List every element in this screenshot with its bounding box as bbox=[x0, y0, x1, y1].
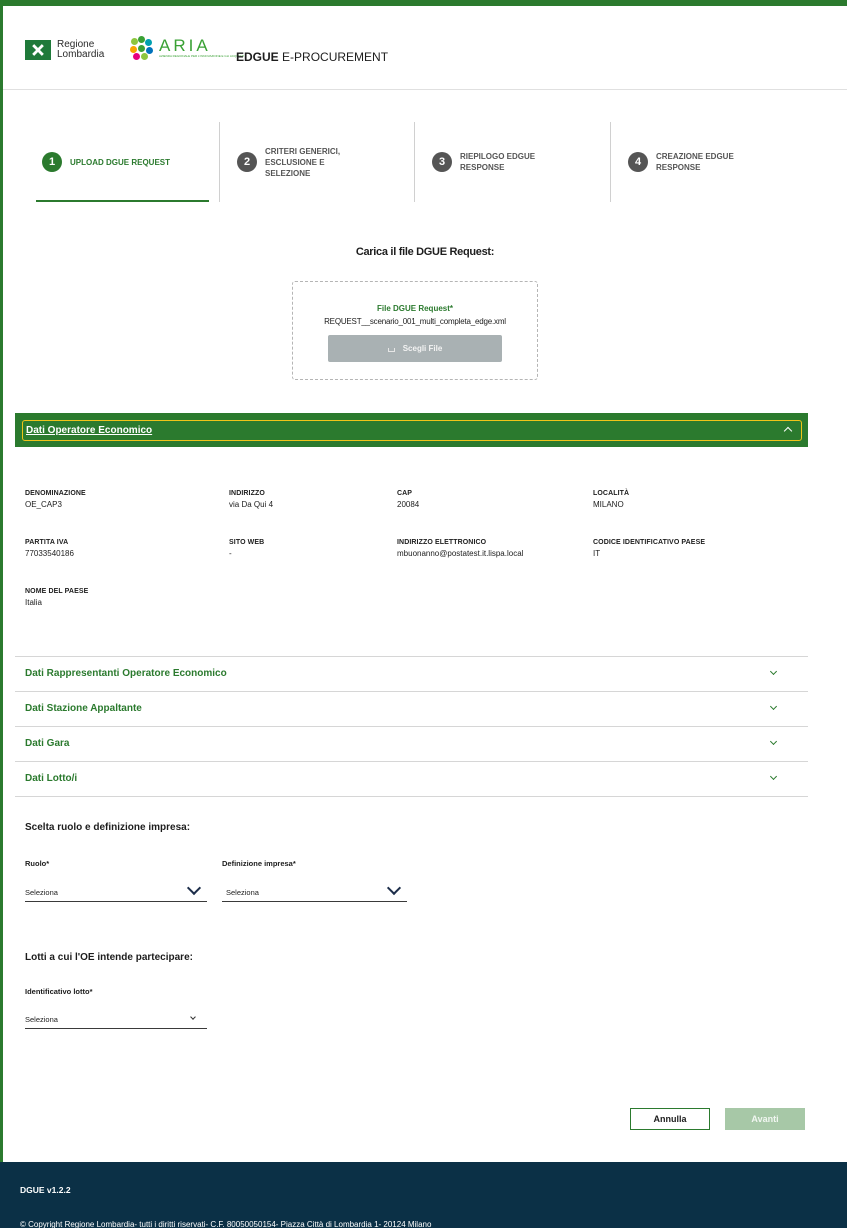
accordion-title: Dati Lotto/i bbox=[25, 773, 78, 784]
field-nome-paese: NOME DEL PAESE Italia bbox=[25, 588, 205, 607]
field-key: LOCALITÀ bbox=[593, 490, 630, 497]
field-key: CAP bbox=[397, 490, 413, 497]
step-number: 2 bbox=[237, 152, 257, 172]
field-value: - bbox=[229, 549, 232, 558]
field-cap: CAP 20084 bbox=[397, 490, 577, 509]
chevron-down-icon bbox=[386, 880, 402, 896]
field-localita: LOCALITÀ MILANO bbox=[593, 490, 773, 509]
active-step-indicator bbox=[36, 200, 209, 202]
accordion-title: Dati Gara bbox=[25, 738, 70, 749]
file-label: File DGUE Request* bbox=[376, 304, 453, 313]
step-divider bbox=[219, 122, 220, 202]
header: Regione Lombardia ARIA AZIENDA REGIONALE… bbox=[3, 6, 847, 90]
chevron-down-icon bbox=[186, 880, 202, 896]
field-sito-web: SITO WEB - bbox=[229, 539, 409, 558]
company-definition-select[interactable]: Seleziona bbox=[222, 880, 407, 902]
step-label: UPLOAD DGUE REQUEST bbox=[70, 157, 171, 167]
app-title-rest: E-PROCUREMENT bbox=[278, 50, 389, 64]
accordion-lots[interactable]: Dati Lotto/i bbox=[15, 762, 808, 797]
role-label: Ruolo* bbox=[25, 859, 50, 868]
accordion-contracting-station[interactable]: Dati Stazione Appaltante bbox=[15, 692, 808, 727]
step-label: CRITERI GENERICI, ESCLUSIONE E SELEZIONE bbox=[265, 146, 341, 178]
chevron-down-icon bbox=[190, 1014, 196, 1020]
upload-icon bbox=[387, 348, 395, 352]
step-criteria[interactable]: 2 CRITERI GENERICI, ESCLUSIONE E SELEZIO… bbox=[237, 120, 365, 204]
upload-title: Carica il file DGUE Request: bbox=[355, 246, 495, 258]
field-key: INDIRIZZO bbox=[229, 490, 265, 497]
field-codice-paese: CODICE IDENTIFICATIVO PAESE IT bbox=[593, 539, 793, 558]
lot-select-value: Seleziona bbox=[25, 1015, 58, 1024]
step-number: 4 bbox=[628, 152, 648, 172]
upload-dropzone[interactable]: File DGUE Request* REQUEST__scenario_001… bbox=[292, 281, 538, 380]
stepper: 1 UPLOAD DGUE REQUEST 2 CRITERI GENERICI… bbox=[24, 120, 808, 204]
field-value: 20084 bbox=[397, 500, 420, 509]
role-select-value: Seleziona bbox=[25, 888, 58, 897]
step-divider bbox=[414, 122, 415, 202]
aria-logo-subtext: AZIENDA REGIONALE PER L'INNOVAZIONE E GL… bbox=[159, 54, 245, 58]
accordion-focus-ring: Dati Operatore Economico bbox=[22, 420, 802, 441]
chevron-down-icon bbox=[769, 667, 778, 676]
next-button[interactable]: Avanti bbox=[725, 1108, 805, 1130]
field-key: INDIRIZZO ELETTRONICO bbox=[397, 539, 487, 546]
choose-file-label: Scegli File bbox=[402, 344, 443, 353]
field-indirizzo-elettronico: INDIRIZZO ELETTRONICO mbuonanno@postates… bbox=[397, 539, 577, 558]
field-key: CODICE IDENTIFICATIVO PAESE bbox=[593, 539, 706, 546]
field-value: 77033540186 bbox=[25, 549, 74, 558]
field-value: IT bbox=[593, 549, 601, 558]
lot-id-select[interactable]: Seleziona bbox=[25, 1009, 207, 1029]
cancel-button[interactable]: Annulla bbox=[630, 1108, 710, 1130]
page: Regione Lombardia ARIA AZIENDA REGIONALE… bbox=[0, 0, 847, 1228]
field-key: NOME DEL PAESE bbox=[25, 588, 89, 595]
role-select[interactable]: Seleziona bbox=[25, 880, 207, 902]
accordion-list: Dati Rappresentanti Operatore Economico … bbox=[15, 656, 808, 797]
aria-dots-icon bbox=[129, 36, 153, 60]
step-divider bbox=[610, 122, 611, 202]
role-section-title: Scelta ruolo e definizione impresa: bbox=[25, 822, 191, 833]
step-create[interactable]: 4 CREAZIONE EDGUE RESPONSE bbox=[628, 120, 766, 204]
step-upload[interactable]: 1 UPLOAD DGUE REQUEST bbox=[42, 120, 220, 204]
regione-lombardia-logo[interactable]: Regione Lombardia bbox=[25, 40, 104, 60]
field-value: MILANO bbox=[593, 500, 624, 509]
step-number: 3 bbox=[432, 152, 452, 172]
step-label: RIEPILOGO EDGUE RESPONSE bbox=[460, 152, 536, 172]
company-select-value: Seleziona bbox=[226, 888, 259, 897]
field-indirizzo: INDIRIZZO via Da Qui 4 bbox=[229, 490, 409, 509]
field-key: PARTITA IVA bbox=[25, 539, 69, 546]
accordion-operator-title[interactable]: Dati Operatore Economico bbox=[26, 425, 152, 436]
accordion-title: Dati Rappresentanti Operatore Economico bbox=[25, 668, 227, 679]
accordion-title: Dati Stazione Appaltante bbox=[25, 703, 142, 714]
region-logo-line2: Lombardia bbox=[57, 49, 105, 60]
field-partita-iva: PARTITA IVA 77033540186 bbox=[25, 539, 205, 558]
accordion-representatives[interactable]: Dati Rappresentanti Operatore Economico bbox=[15, 657, 808, 692]
field-value: Italia bbox=[25, 598, 42, 607]
aria-logo-text: ARIA bbox=[159, 36, 211, 55]
aria-logo[interactable]: ARIA AZIENDA REGIONALE PER L'INNOVAZIONE… bbox=[129, 36, 244, 60]
copyright-text: © Copyright Regione Lombardia- tutti i d… bbox=[20, 1220, 432, 1228]
lots-section-title: Lotti a cui l'OE intende partecipare: bbox=[25, 952, 193, 963]
company-definition-label: Definizione impresa* bbox=[222, 859, 296, 868]
regione-lombardia-cross-icon bbox=[25, 40, 51, 60]
app-title-bold: EDGUE bbox=[236, 50, 279, 64]
app-version: DGUE v1.2.2 bbox=[20, 1185, 71, 1195]
field-value: OE_CAP3 bbox=[25, 500, 62, 509]
footer: DGUE v1.2.2 © Copyright Regione Lombardi… bbox=[0, 1162, 847, 1228]
chevron-down-icon bbox=[769, 772, 778, 781]
step-number: 1 bbox=[42, 152, 62, 172]
chevron-down-icon bbox=[769, 702, 778, 711]
field-value: mbuonanno@postatest.it.lispa.local bbox=[397, 549, 524, 558]
choose-file-button[interactable]: Scegli File bbox=[328, 335, 502, 362]
field-value: via Da Qui 4 bbox=[229, 500, 274, 509]
step-label: CREAZIONE EDGUE RESPONSE bbox=[656, 152, 734, 172]
lot-id-label: Identificativo lotto* bbox=[25, 987, 93, 996]
chevron-down-icon bbox=[769, 737, 778, 746]
app-title: EDGUE E-PROCUREMENT bbox=[236, 50, 388, 64]
chevron-up-icon bbox=[783, 426, 793, 436]
field-denominazione: DENOMINAZIONE OE_CAP3 bbox=[25, 490, 205, 509]
file-name: REQUEST__scenario_001_multi_completa_edg… bbox=[324, 317, 506, 326]
field-key: DENOMINAZIONE bbox=[25, 490, 86, 497]
accordion-operator-header[interactable]: Dati Operatore Economico bbox=[15, 413, 808, 447]
field-key: SITO WEB bbox=[229, 539, 265, 546]
step-summary[interactable]: 3 RIEPILOGO EDGUE RESPONSE bbox=[432, 120, 570, 204]
accordion-tender[interactable]: Dati Gara bbox=[15, 727, 808, 762]
